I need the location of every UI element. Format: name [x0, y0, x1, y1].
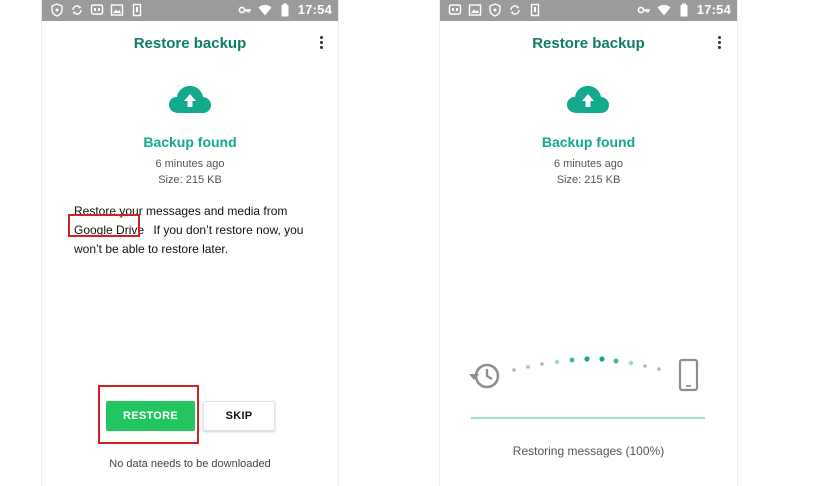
message-line-3: won’t be able to restore later.	[74, 242, 229, 256]
shield-icon	[51, 3, 63, 17]
page-title: Restore backup	[532, 35, 645, 52]
progress-dot	[628, 360, 634, 366]
backup-found-heading: Backup found	[143, 134, 237, 150]
progress-dot	[599, 356, 605, 362]
progress-dot	[526, 365, 530, 369]
overflow-menu-icon[interactable]	[317, 36, 325, 52]
battery-saver-icon	[530, 3, 540, 17]
backup-found-heading: Backup found	[541, 134, 636, 150]
progress-dot	[554, 359, 560, 365]
restore-progress-fill	[471, 417, 705, 419]
backup-size: Size: 215 KB	[158, 174, 222, 186]
skip-button[interactable]: SKIP	[203, 401, 275, 431]
battery-saver-icon	[132, 3, 142, 17]
restore-status: Restoring messages (100%)	[512, 444, 665, 458]
image-icon	[110, 4, 124, 16]
cloud-upload-icon	[567, 86, 609, 113]
google-drive-highlight	[68, 214, 140, 237]
sync-icon	[510, 5, 520, 15]
restore-screen-right: 17:54 Restore backup Backup found 6 minu…	[439, 0, 738, 486]
battery-icon	[680, 3, 688, 16]
wifi-icon	[657, 4, 671, 15]
cloud-upload-icon	[169, 86, 211, 113]
wifi-icon	[258, 4, 272, 15]
status-bar: 17:54	[440, 0, 737, 21]
phone-icon	[678, 358, 699, 392]
backup-size: Size: 215 KB	[556, 174, 621, 186]
message-icon	[90, 4, 104, 15]
progress-dot	[512, 368, 516, 372]
page-title: Restore backup	[133, 35, 247, 52]
status-time: 17:54	[696, 2, 731, 17]
restore-progress-bar	[471, 417, 705, 419]
message-line-2-rest: If you don’t restore now, you	[153, 223, 304, 237]
sync-icon	[72, 5, 82, 15]
shield-icon	[489, 3, 501, 17]
status-time: 17:54	[297, 2, 332, 17]
progress-dot	[584, 356, 590, 362]
key-icon	[238, 6, 251, 13]
backup-time: 6 minutes ago	[553, 158, 624, 170]
progress-dot	[569, 357, 575, 363]
restore-animation	[469, 356, 699, 392]
progress-dot	[643, 364, 647, 368]
progress-dot	[657, 367, 661, 371]
download-note: No data needs to be downloaded	[109, 458, 271, 470]
message-icon	[448, 4, 462, 15]
restore-screen-left: 17:54 Restore backup Backup found 6 minu…	[41, 0, 339, 486]
battery-icon	[281, 3, 289, 16]
restore-button[interactable]: RESTORE	[106, 401, 195, 431]
progress-dot	[613, 358, 619, 364]
overflow-menu-icon[interactable]	[715, 36, 723, 52]
status-bar: 17:54	[42, 0, 338, 21]
image-icon	[468, 4, 482, 16]
backup-time: 6 minutes ago	[155, 158, 225, 170]
key-icon	[637, 6, 650, 13]
progress-dot	[540, 362, 544, 366]
history-icon	[469, 363, 500, 389]
